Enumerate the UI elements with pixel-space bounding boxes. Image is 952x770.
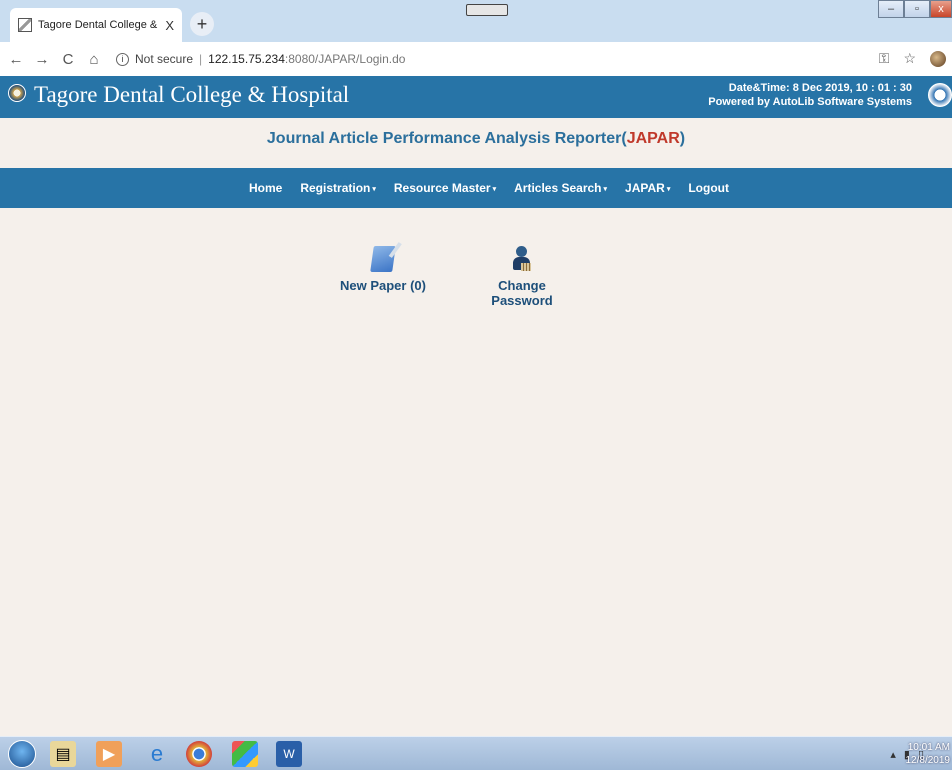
nav-registration-label: Registration xyxy=(300,181,371,195)
nav-resource-master-label: Resource Master xyxy=(393,181,491,195)
nav-logout[interactable]: Logout xyxy=(688,181,729,195)
nav-resource-master[interactable]: Resource Master ▾ xyxy=(394,181,496,195)
nav-japar-label: JAPAR xyxy=(625,181,665,195)
nav-home[interactable]: Home xyxy=(249,181,282,195)
toolbar-right: ⚿ ☆ xyxy=(879,50,946,67)
nav-articles-search[interactable]: Articles Search ▾ xyxy=(514,181,607,195)
forward-button[interactable]: → xyxy=(32,51,52,68)
new-tab-button[interactable]: + xyxy=(190,12,214,36)
close-window-button[interactable]: x xyxy=(930,0,952,18)
nav-japar[interactable]: JAPAR ▾ xyxy=(625,181,670,195)
reload-button[interactable]: C xyxy=(58,51,78,68)
minimize-button[interactable]: – xyxy=(878,0,904,18)
star-icon[interactable]: ☆ xyxy=(903,50,916,67)
window-controls: – ▫ x xyxy=(878,0,952,18)
app-title-acronym: JAPAR xyxy=(626,130,680,147)
datetime-label: Date&Time: 8 Dec 2019, 10 : 01 : 30 xyxy=(728,82,912,94)
divider: | xyxy=(199,52,203,66)
ie-icon[interactable]: e xyxy=(144,741,170,767)
user-icon xyxy=(511,246,533,272)
main-nav: Home Registration ▾ Resource Master ▾ Arti… xyxy=(0,168,952,208)
info-icon[interactable]: i xyxy=(116,52,129,66)
browser-toolbar: ← → C ⌂ i Not secure | 122.15.75.234:808… xyxy=(0,42,952,76)
home-button[interactable]: ⌂ xyxy=(84,51,104,68)
caret-down-icon: ▾ xyxy=(372,185,376,193)
powered-by: Powered by AutoLib Software Systems xyxy=(708,96,912,108)
folder-icon[interactable]: ▤ xyxy=(50,741,76,767)
security-status: Not secure xyxy=(135,52,194,66)
windows-explorer-icon[interactable] xyxy=(232,741,258,767)
caret-down-icon: ▾ xyxy=(492,185,497,193)
address-bar[interactable]: i Not secure | 122.15.75.234:8080/JAPAR/… xyxy=(116,52,405,66)
maximize-button[interactable]: ▫ xyxy=(904,0,930,18)
caret-down-icon: ▾ xyxy=(666,185,671,193)
word-icon[interactable]: W xyxy=(276,741,302,767)
tray-arrow-icon[interactable]: ▴ xyxy=(890,748,896,761)
new-paper-label: New Paper (0) xyxy=(340,278,426,293)
url-host: 122.15.75.234 xyxy=(208,52,285,66)
paper-icon xyxy=(370,246,396,272)
media-player-icon[interactable]: ▶ xyxy=(96,741,122,767)
browser-tabbar: Tagore Dental College & Hospita X + – ▫ … xyxy=(0,0,952,42)
new-paper-link[interactable]: New Paper (0) xyxy=(338,246,428,293)
url-path: :8080/JAPAR/Login.do xyxy=(284,52,406,66)
site-title: Tagore Dental College & Hospital xyxy=(34,82,350,107)
chrome-icon[interactable] xyxy=(186,741,212,767)
clock-date: 12/8/2019 xyxy=(905,755,951,766)
header-info: Date&Time: 8 Dec 2019, 10 : 01 : 30 Powe… xyxy=(708,81,912,109)
start-button[interactable] xyxy=(8,740,36,768)
nav-articles-search-label: Articles Search xyxy=(514,181,602,195)
clock[interactable]: 10:01 AM 12/8/2019 xyxy=(906,741,951,767)
clock-time: 10:01 AM xyxy=(907,742,950,753)
app-title-suffix: ) xyxy=(679,130,686,147)
nav-registration[interactable]: Registration ▾ xyxy=(300,181,376,195)
window-handle[interactable] xyxy=(466,4,508,16)
seal-icon xyxy=(928,83,952,107)
key-icon[interactable]: ⚿ xyxy=(879,50,890,67)
profile-avatar[interactable] xyxy=(930,50,946,67)
browser-tab[interactable]: Tagore Dental College & Hospita X xyxy=(10,8,182,42)
favicon-icon xyxy=(18,18,32,32)
tab-close-button[interactable]: X xyxy=(165,18,174,33)
back-button[interactable]: ← xyxy=(6,51,26,68)
site-header: Tagore Dental College & Hospital Date&Ti… xyxy=(0,76,952,118)
caret-down-icon: ▾ xyxy=(603,185,608,193)
college-logo-icon xyxy=(8,84,26,102)
windows-taskbar: ▤ ▶ e W ▴ ▮ ▯ 10:01 AM 12/8/2019 xyxy=(0,736,952,770)
change-password-link[interactable]: Change Password xyxy=(470,246,574,308)
change-password-label: Change Password xyxy=(491,278,553,308)
app-title-prefix: Journal Article Performance Analysis Rep… xyxy=(266,130,627,147)
app-title: Journal Article Performance Analysis Rep… xyxy=(0,130,952,148)
tab-title: Tagore Dental College & Hospita xyxy=(38,19,161,31)
